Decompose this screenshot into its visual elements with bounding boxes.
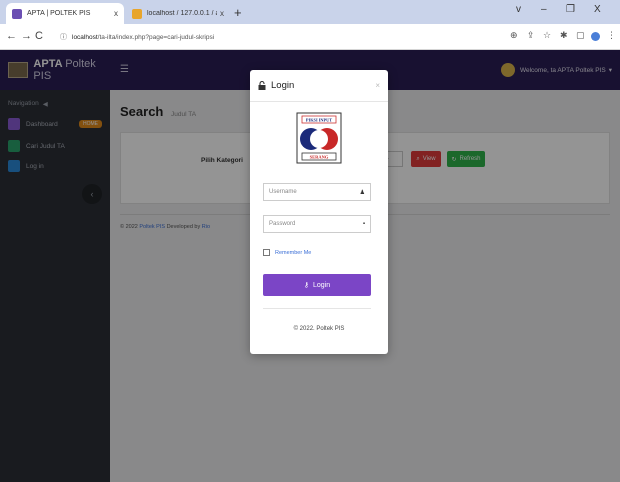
tab-phpmyadmin[interactable]: localhost / 127.0.0.1 / apta_ps_ci x — [126, 3, 230, 24]
profile-avatar[interactable] — [591, 32, 600, 41]
bookmark-star-icon[interactable]: ☆ — [543, 30, 551, 41]
tab-search-icon[interactable]: v — [516, 4, 521, 15]
favicon-icon — [12, 8, 22, 19]
logo-top-text: PIKSI INPUT — [306, 118, 332, 123]
tab-title: APTA | POLTEK PIS — [27, 10, 91, 17]
divider — [263, 308, 371, 309]
back-arrow-icon[interactable]: ← — [6, 30, 17, 42]
minimize-button[interactable]: – — [541, 4, 547, 15]
username-placeholder: Username — [269, 189, 297, 195]
url-path: /ta-ilta/index.php?page=cari-judul-skrip… — [97, 33, 215, 41]
translate-icon[interactable]: ⊕ — [510, 30, 518, 41]
close-window-button[interactable]: X — [594, 4, 601, 15]
piksi-input-logo: PIKSI INPUT SERANG — [296, 112, 342, 164]
menu-kebab-icon[interactable]: ⋮ — [607, 30, 616, 41]
tab-title: localhost / 127.0.0.1 / apta_ps_ci — [147, 10, 217, 17]
extensions-icon[interactable]: ✱ — [560, 30, 568, 41]
login-button[interactable]: ⚷ Login — [263, 274, 371, 296]
remember-label: Remember Me — [275, 249, 312, 256]
modal-copyright: © 2022. Poltek PIS — [293, 326, 345, 332]
password-placeholder: Password — [269, 221, 296, 227]
username-field[interactable]: Username ♟ — [263, 183, 371, 201]
tab-apta[interactable]: APTA | POLTEK PIS x — [6, 3, 124, 24]
remember-me[interactable]: Remember Me — [263, 249, 311, 256]
share-icon[interactable]: ⇪ — [527, 30, 535, 41]
favicon-icon — [132, 8, 142, 19]
key-icon: ⚷ — [303, 282, 309, 289]
url-field[interactable]: ⓘ localhost /ta-ilta/index.php?page=cari… — [54, 29, 494, 45]
close-icon[interactable]: × — [375, 81, 380, 90]
new-tab-button[interactable]: + — [234, 5, 242, 20]
logo-bottom-text: SERANG — [310, 155, 329, 160]
sidebar-icon[interactable]: ▢ — [576, 30, 585, 41]
reload-icon[interactable]: C — [35, 30, 43, 42]
maximize-button[interactable]: ❐ — [566, 4, 575, 15]
close-tab-icon[interactable]: x — [114, 9, 118, 18]
forward-arrow-icon[interactable]: → — [21, 30, 32, 42]
login-modal: Login × PIKSI INPUT SERANG Username ♟ Pa… — [250, 70, 388, 354]
url-host: localhost — [72, 33, 98, 41]
password-field[interactable]: Password ▪ — [263, 215, 371, 233]
modal-header: Login × — [250, 70, 388, 102]
user-icon: ♟ — [359, 189, 365, 196]
modal-title: Login — [258, 80, 294, 91]
address-bar-row: ← → C ⓘ localhost /ta-ilta/index.php?pag… — [0, 24, 620, 50]
browser-tab-bar: APTA | POLTEK PIS x localhost / 127.0.0.… — [0, 0, 620, 24]
info-icon[interactable]: ⓘ — [60, 32, 67, 42]
remember-checkbox[interactable] — [263, 249, 270, 256]
lock-icon — [258, 81, 266, 90]
close-tab-icon[interactable]: x — [220, 9, 224, 18]
lock-icon: ▪ — [362, 221, 365, 227]
